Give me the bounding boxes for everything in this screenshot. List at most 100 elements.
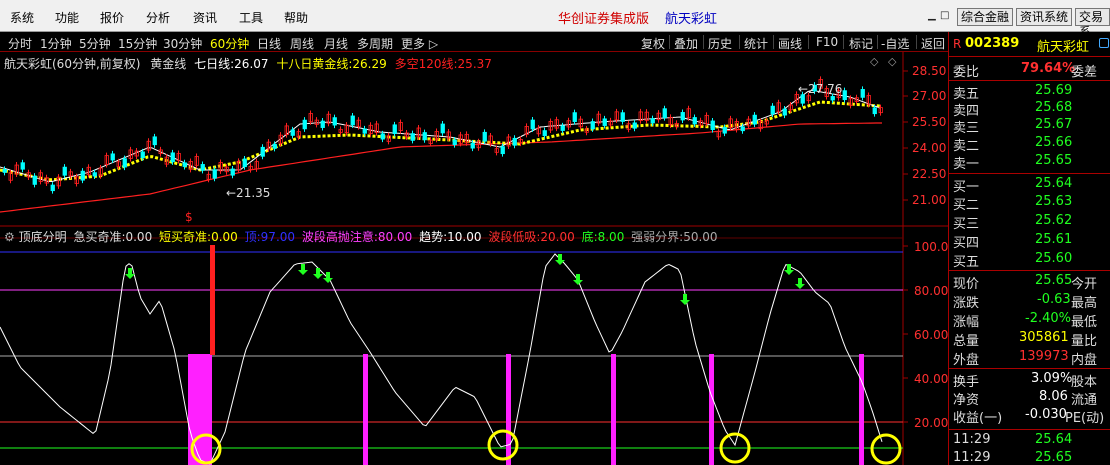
period-tab-30min[interactable]: 30分钟 xyxy=(163,35,202,52)
period-tab-more[interactable]: 更多 ▷ xyxy=(401,35,438,52)
high-price-label: ←27.76 xyxy=(798,82,843,96)
period-tab-multi[interactable]: 多周期 xyxy=(357,35,393,52)
stock-code[interactable]: 002389 xyxy=(965,36,1019,51)
period-tab-day[interactable]: 日线 xyxy=(257,35,281,52)
history-button[interactable]: 历史 xyxy=(708,35,732,52)
candle xyxy=(500,146,505,155)
osc-item: 底: xyxy=(581,230,598,244)
stat2-value: -0.030 xyxy=(1025,407,1067,422)
stat2-value: 3.09% xyxy=(1031,371,1073,386)
stat2-extra-label: PE(动) xyxy=(1065,411,1105,426)
period-tab-5min[interactable]: 5分钟 xyxy=(79,35,111,52)
stat2-label: 收益(一) xyxy=(953,411,1003,426)
osc-value: 97.00 xyxy=(260,230,296,244)
toolbar-divider xyxy=(877,35,878,49)
webi-label: 委比 xyxy=(953,65,980,80)
low-price-label: ←21.35 xyxy=(226,186,271,200)
stat-extra-label: 最高 xyxy=(1071,296,1098,311)
candle xyxy=(470,142,475,149)
period-tab-60min[interactable]: 60分钟 xyxy=(210,35,249,52)
candle xyxy=(260,146,265,157)
stats-button[interactable]: 统计 xyxy=(744,35,768,52)
stat-extra-label: 今开 xyxy=(1071,277,1098,292)
chart-canvas[interactable] xyxy=(0,52,948,465)
ask-label: 卖一 xyxy=(953,157,980,172)
draw-line-button[interactable]: 画线 xyxy=(778,35,802,52)
period-toolbar: 分时 1分钟 5分钟 15分钟 30分钟 60分钟 日线 周线 月线 多周期 更… xyxy=(0,32,948,52)
osc-settings-icon[interactable]: ⚙ xyxy=(4,230,15,244)
candle xyxy=(722,127,727,134)
low-buy-bar xyxy=(611,354,616,465)
price-axis-label: 21.00 xyxy=(912,193,947,207)
panel-expand-icon[interactable]: ◇ xyxy=(870,55,878,68)
candle xyxy=(32,175,37,185)
menu-item-quote[interactable]: 报价 xyxy=(100,9,124,26)
stock-name[interactable]: 航天彩虹 xyxy=(1037,36,1089,55)
tick-price: 25.64 xyxy=(1035,432,1073,447)
watchlist-button[interactable]: -自选 xyxy=(881,35,909,52)
candle xyxy=(542,130,547,137)
menu-item-tools[interactable]: 工具 xyxy=(239,9,263,26)
mark-button[interactable]: 标记 xyxy=(849,35,873,52)
menu-item-info[interactable]: 资讯 xyxy=(193,9,217,26)
quote-marker-icon: R xyxy=(953,37,962,51)
trade-system-button[interactable]: 交易系 xyxy=(1075,8,1110,39)
news-system-button[interactable]: 资讯系统 xyxy=(1016,8,1073,26)
menu-item-function[interactable]: 功能 xyxy=(55,9,79,26)
panel-collapse-icon[interactable]: ◇ xyxy=(888,55,896,68)
bid-label: 买三 xyxy=(953,217,980,232)
candle xyxy=(302,119,307,130)
candle xyxy=(422,132,427,141)
candle xyxy=(62,166,67,176)
candle xyxy=(80,170,85,181)
candle xyxy=(20,162,25,170)
stat-label: 涨跌 xyxy=(953,296,980,311)
period-tab-intraday[interactable]: 分时 xyxy=(8,35,32,52)
candle xyxy=(410,133,415,141)
osc-axis-label: 100.0 xyxy=(914,240,949,254)
period-tab-15min[interactable]: 15分钟 xyxy=(118,35,157,52)
period-tab-week[interactable]: 周线 xyxy=(290,35,314,52)
overlay-button[interactable]: 叠加 xyxy=(674,35,698,52)
stat-value: 139973 xyxy=(1019,349,1069,364)
back-button[interactable]: 返回 xyxy=(921,35,945,52)
period-tab-1min[interactable]: 1分钟 xyxy=(40,35,72,52)
ask-price: 25.69 xyxy=(1035,83,1073,98)
period-tab-month[interactable]: 月线 xyxy=(324,35,348,52)
candle xyxy=(182,162,187,167)
osc-panel-title[interactable]: 顶底分明 xyxy=(19,230,67,244)
minimize-icon[interactable]: ▁ xyxy=(928,10,936,21)
candle xyxy=(212,169,217,179)
quote-panel: R 002389 航天彩虹 委比 79.64% 委差 卖五 25.69 卖四 2… xyxy=(948,32,1110,465)
low-buy-bar xyxy=(709,354,714,465)
osc-item: 波段低吸: xyxy=(488,230,541,244)
maximize-icon[interactable]: □ xyxy=(940,10,949,21)
chart-area[interactable]: 航天彩虹(60分钟,前复权) 黄金线 七日线:26.07 十八日黄金线:26.2… xyxy=(0,52,948,465)
candle xyxy=(710,120,715,131)
indicator-name[interactable]: 黄金线 xyxy=(150,57,186,71)
signal-bar xyxy=(210,245,215,355)
osc-value: 20.00 xyxy=(540,230,575,244)
ask-price: 25.67 xyxy=(1035,117,1073,132)
stock-info-icon[interactable] xyxy=(1099,38,1109,48)
candle xyxy=(740,126,745,132)
finance-button[interactable]: 综合金融 xyxy=(957,8,1014,26)
menu-item-help[interactable]: 帮助 xyxy=(284,9,308,26)
candle xyxy=(200,164,205,171)
stat-extra-label: 内盘 xyxy=(1071,353,1098,368)
candle xyxy=(692,117,697,125)
candle xyxy=(842,90,847,101)
price-panel-title: 航天彩虹(60分钟,前复权) xyxy=(4,57,141,71)
candle xyxy=(110,153,115,161)
f10-button[interactable]: F10 xyxy=(816,35,838,49)
bid-price: 25.61 xyxy=(1035,232,1073,247)
candle xyxy=(752,114,757,125)
osc-item: 短买奇准: xyxy=(159,230,212,244)
toolbar-divider xyxy=(703,35,704,49)
menu-item-system[interactable]: 系统 xyxy=(10,9,34,26)
candle xyxy=(482,131,487,142)
stat2-extra-label: 股本 xyxy=(1071,375,1098,390)
candle xyxy=(830,96,835,101)
menu-item-analysis[interactable]: 分析 xyxy=(146,9,170,26)
adjust-button[interactable]: 复权 xyxy=(641,35,665,52)
